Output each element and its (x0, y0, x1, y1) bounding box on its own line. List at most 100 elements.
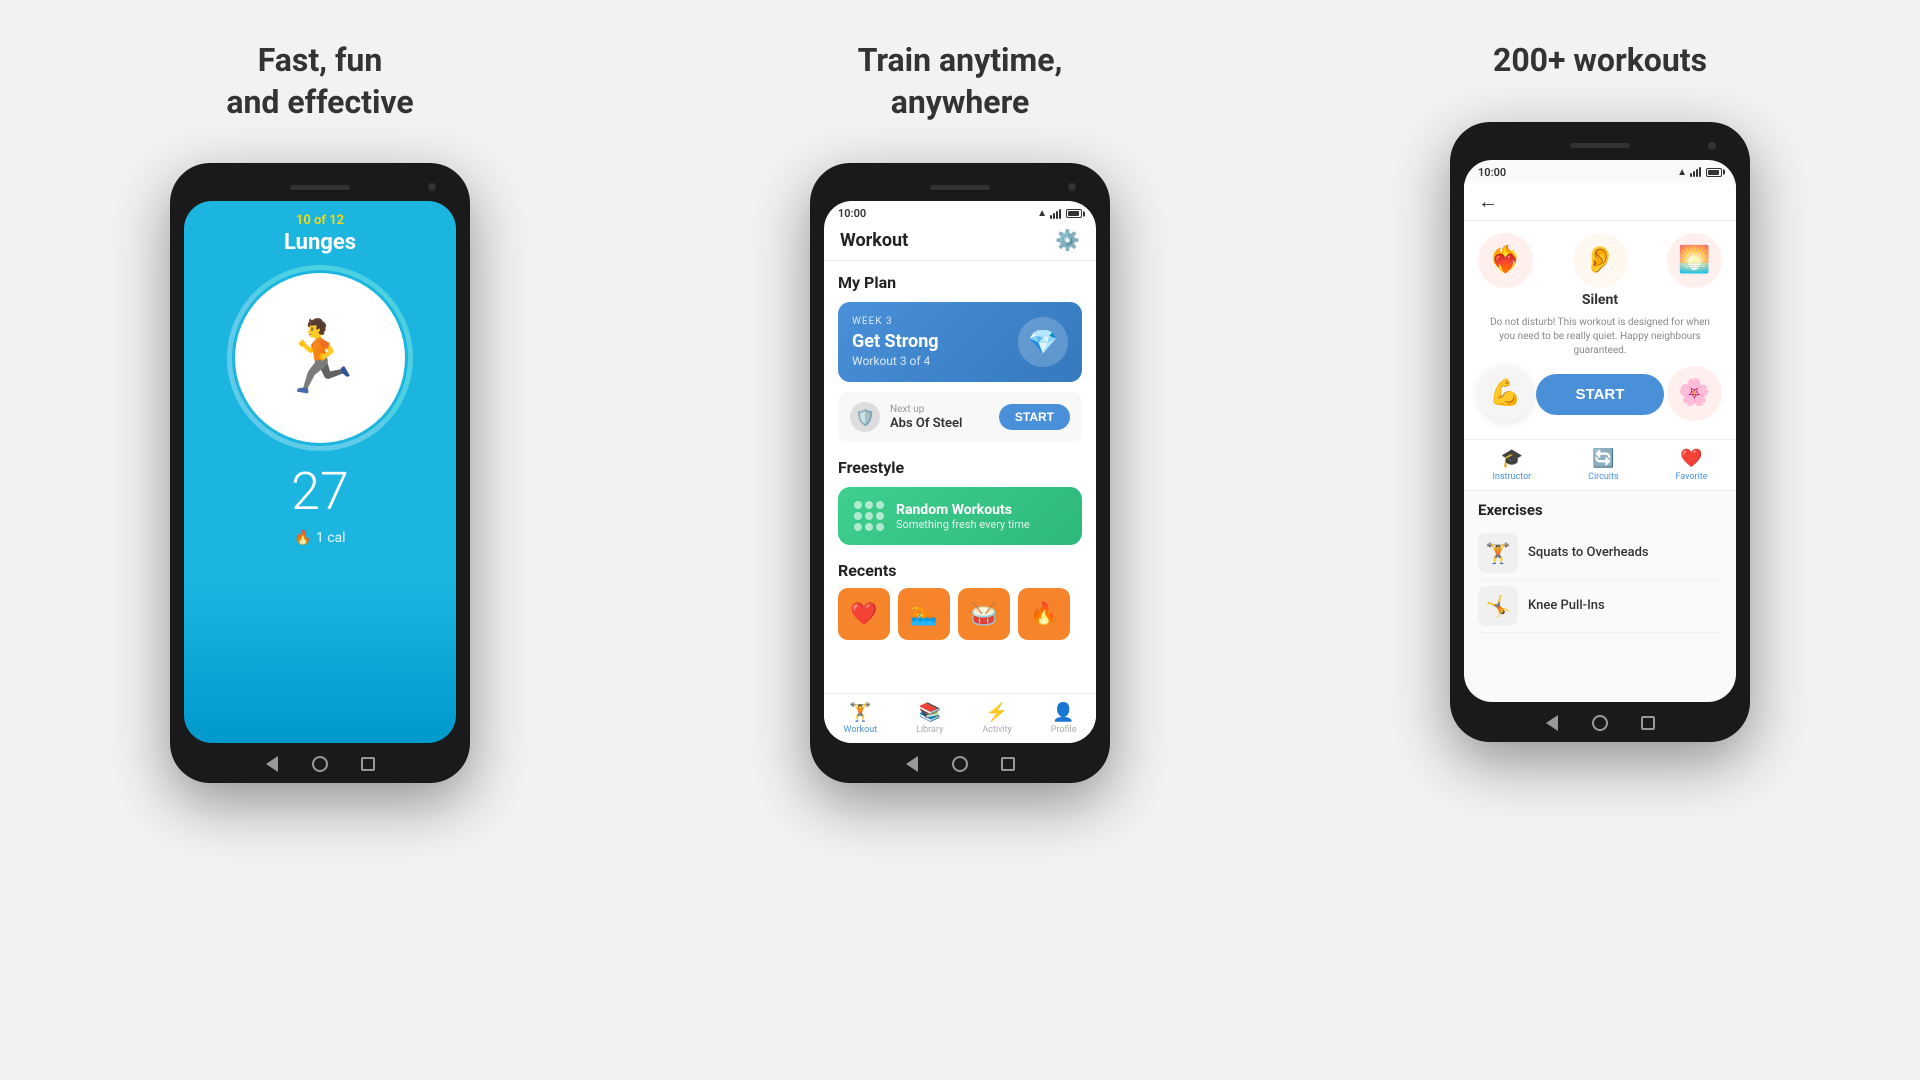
screen2-title: Workout (840, 230, 908, 251)
activity-nav-icon: ⚡ (986, 702, 1008, 723)
sig-b3 (1696, 169, 1698, 177)
panel-3: 200+ workouts 10:00 ▲ (1280, 0, 1920, 1080)
plan-week: WEEK 3 (852, 316, 939, 327)
my-plan-label: My Plan (838, 273, 1082, 292)
signal-bar-1 (1050, 215, 1052, 219)
signal-bar-4 (1059, 209, 1061, 219)
lotus-icon[interactable]: 🌸 (1667, 366, 1722, 421)
plan-badge-icon: 💎 (1018, 317, 1068, 367)
nav-profile[interactable]: 👤 Profile (1051, 702, 1077, 735)
back-btn-2[interactable] (903, 755, 921, 773)
home-btn-2[interactable] (951, 755, 969, 773)
battery-icon-3 (1706, 168, 1722, 177)
next-up-card[interactable]: 🛡️ Next up Abs Of Steel START (838, 392, 1082, 442)
back-button[interactable] (263, 755, 281, 773)
library-nav-label: Library (916, 725, 943, 735)
freestyle-dots-icon (854, 501, 884, 531)
phone-3-notch (1464, 136, 1736, 156)
phone-3: 10:00 ▲ ← (1450, 122, 1750, 742)
freestyle-info: Random Workouts Something fresh every ti… (896, 502, 1030, 531)
exercises-heading: Exercises (1478, 501, 1722, 519)
tab-circuits[interactable]: 🔄 Circuits (1588, 448, 1618, 482)
exercise-thumb-1: 🏋️ (1478, 533, 1518, 573)
phone-1-camera (428, 183, 436, 191)
favorite-tab-label: Favorite (1675, 472, 1707, 482)
dot-4 (854, 512, 862, 520)
recent-item-1[interactable]: ❤️ (838, 588, 890, 640)
time-display-3: 10:00 (1478, 166, 1506, 179)
phone-3-bottom (1464, 708, 1736, 738)
next-up-name: Abs Of Steel (890, 416, 989, 431)
exercise-item-1[interactable]: 🏋️ Squats to Overheads (1478, 527, 1722, 580)
next-up-label: Next up (890, 404, 989, 415)
recent-button[interactable] (359, 755, 377, 773)
phone-3-speaker (1570, 143, 1630, 148)
phone-2-notch (824, 177, 1096, 197)
panel-1-title: Fast, fun and effective (226, 40, 413, 123)
screen3-tabs: 🎓 Instructor 🔄 Circuits ❤️ Favorite (1464, 439, 1736, 491)
freestyle-card[interactable]: Random Workouts Something fresh every ti… (838, 487, 1082, 545)
circuits-tab-label: Circuits (1588, 472, 1618, 482)
exercise-name-2: Knee Pull-Ins (1528, 598, 1605, 613)
nav-library[interactable]: 📚 Library (916, 702, 943, 735)
start-large-button[interactable]: START (1536, 374, 1665, 415)
exercise-thumb-2: 🤸 (1478, 586, 1518, 626)
nav-workout[interactable]: 🏋️ Workout (843, 702, 877, 735)
exercise-name-1: Squats to Overheads (1528, 545, 1649, 560)
activity-nav-label: Activity (982, 725, 1011, 735)
recent-item-4[interactable]: 🔥 (1018, 588, 1070, 640)
back-btn-3[interactable] (1543, 714, 1561, 732)
tab-instructor[interactable]: 🎓 Instructor (1492, 448, 1531, 482)
rep-counter: 10 of 12 (204, 213, 436, 228)
sig-b2 (1693, 171, 1695, 177)
battery-icon (1066, 209, 1082, 218)
home-button[interactable] (311, 755, 329, 773)
signal-icon (1050, 209, 1061, 219)
sun-workout-icon[interactable]: 🌅 (1667, 233, 1722, 288)
calories-display: 🔥 1 cal (294, 530, 345, 546)
calories-value: 1 cal (316, 530, 346, 546)
wifi-icon: ▲ (1037, 208, 1047, 219)
phone-2-screen: 10:00 ▲ Workout ⚙️ (824, 201, 1096, 743)
plan-card[interactable]: WEEK 3 Get Strong Workout 3 of 4 💎 (838, 302, 1082, 382)
recent-btn-3[interactable] (1639, 714, 1657, 732)
next-up-icon: 🛡️ (850, 402, 880, 432)
exercise-item-2[interactable]: 🤸 Knee Pull-Ins (1478, 580, 1722, 633)
back-arrow-icon[interactable]: ← (1478, 189, 1498, 214)
phone-2: 10:00 ▲ Workout ⚙️ (810, 163, 1110, 783)
plan-progress: Workout 3 of 4 (852, 354, 939, 368)
rep-count-value: 10 of 12 (296, 213, 344, 228)
phone-2-camera (1068, 183, 1076, 191)
instructor-tab-icon: 🎓 (1501, 448, 1523, 469)
start-button[interactable]: START (999, 404, 1070, 430)
library-nav-icon: 📚 (919, 702, 941, 723)
favorite-tab-icon: ❤️ (1680, 448, 1702, 469)
home-btn-3[interactable] (1591, 714, 1609, 732)
gear-icon[interactable]: ⚙️ (1055, 228, 1080, 252)
instructor-tab-label: Instructor (1492, 472, 1531, 482)
ear-icon: 👂 (1573, 233, 1628, 288)
recent-item-2[interactable]: 🏊 (898, 588, 950, 640)
timer-display: 27 (291, 461, 349, 522)
recent-item-3[interactable]: 🥁 (958, 588, 1010, 640)
heart-workout-icon[interactable]: ❤️‍🔥 (1478, 233, 1533, 288)
phone-1-notch (184, 177, 456, 197)
profile-nav-icon: 👤 (1052, 702, 1074, 723)
screen3-header: ← (1464, 183, 1736, 221)
muscle-icon[interactable]: 💪 (1478, 366, 1533, 421)
tab-favorite[interactable]: ❤️ Favorite (1675, 448, 1707, 482)
sig-b4 (1699, 167, 1701, 177)
wifi-icon-3: ▲ (1677, 167, 1687, 178)
workout-nav-icon: 🏋️ (849, 702, 871, 723)
freestyle-label: Freestyle (838, 458, 1082, 477)
exercise-title: Lunges (204, 230, 436, 255)
nav-activity[interactable]: ⚡ Activity (982, 702, 1011, 735)
signal-icon-3 (1690, 167, 1701, 177)
circuits-tab-icon: 🔄 (1592, 448, 1614, 469)
time-display-2: 10:00 (838, 207, 866, 220)
panel-1: Fast, fun and effective 10 of 12 Lunges … (0, 0, 640, 1080)
screen2-header: Workout ⚙️ (824, 224, 1096, 261)
recent-btn-2[interactable] (999, 755, 1017, 773)
screen2-content: My Plan WEEK 3 Get Strong Workout 3 of 4… (824, 261, 1096, 693)
phone-1-speaker (290, 185, 350, 190)
